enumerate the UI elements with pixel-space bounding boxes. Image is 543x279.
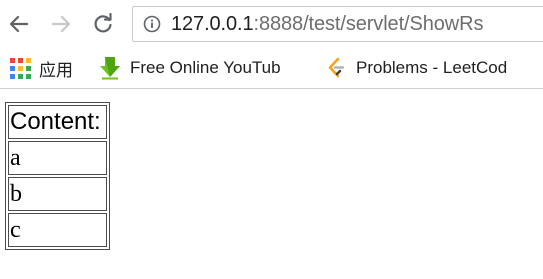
apps-grid-icon [10, 57, 31, 79]
url-text[interactable]: 127.0.0.1:8888/test/servlet/ShowRs [171, 11, 483, 37]
table-header-cell: Content: [8, 105, 107, 139]
forward-arrow-icon [51, 15, 71, 33]
table-row: a [8, 141, 107, 175]
bookmark-leetcode-problems-label: Problems - LeetCod [356, 58, 508, 77]
table-cell: c [8, 213, 107, 247]
browser-toolbar: 127.0.0.1:8888/test/servlet/ShowRs [0, 0, 543, 48]
back-arrow-icon [9, 15, 29, 33]
info-icon[interactable] [143, 15, 161, 33]
table-row: c [8, 213, 107, 247]
page-content: Content: a b c [0, 89, 543, 279]
url-host: 127.0.0.1 [171, 13, 254, 35]
reload-button[interactable] [88, 9, 118, 39]
browser-window: 127.0.0.1:8888/test/servlet/ShowRs 应用 Fr… [0, 0, 543, 279]
address-bar[interactable]: 127.0.0.1:8888/test/servlet/ShowRs [132, 6, 543, 42]
forward-button[interactable] [46, 9, 76, 39]
leetcode-icon [328, 57, 345, 78]
table-row: Content: [8, 105, 107, 139]
table-cell: a [8, 141, 107, 175]
content-table: Content: a b c [5, 102, 110, 250]
bookmark-apps[interactable]: 应用 [10, 54, 73, 82]
bookmark-apps-label: 应用 [39, 60, 73, 80]
bookmark-free-online-youtube[interactable]: Free Online YouTub [98, 54, 281, 82]
green-download-arrow-icon [100, 57, 120, 80]
bookmark-free-online-youtube-label: Free Online YouTub [130, 58, 281, 77]
reload-icon [94, 13, 112, 33]
bookmarks-bar: 应用 Free Online YouTub Problems - LeetCod [0, 48, 543, 89]
url-path: :8888/test/servlet/ShowRs [253, 13, 484, 35]
bookmark-leetcode-problems[interactable]: Problems - LeetCod [324, 54, 507, 82]
table-row: b [8, 177, 107, 211]
table-cell: b [8, 177, 107, 211]
back-button[interactable] [4, 9, 34, 39]
